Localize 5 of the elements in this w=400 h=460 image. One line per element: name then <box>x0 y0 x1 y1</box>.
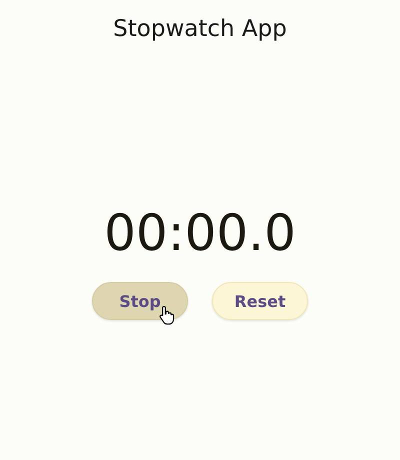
app-title: Stopwatch App <box>113 16 287 42</box>
time-display: 00:00.0 <box>104 204 296 262</box>
hand-cursor-icon <box>159 305 175 325</box>
reset-button[interactable]: Reset <box>212 282 308 320</box>
stop-button[interactable]: Stop <box>92 282 188 320</box>
